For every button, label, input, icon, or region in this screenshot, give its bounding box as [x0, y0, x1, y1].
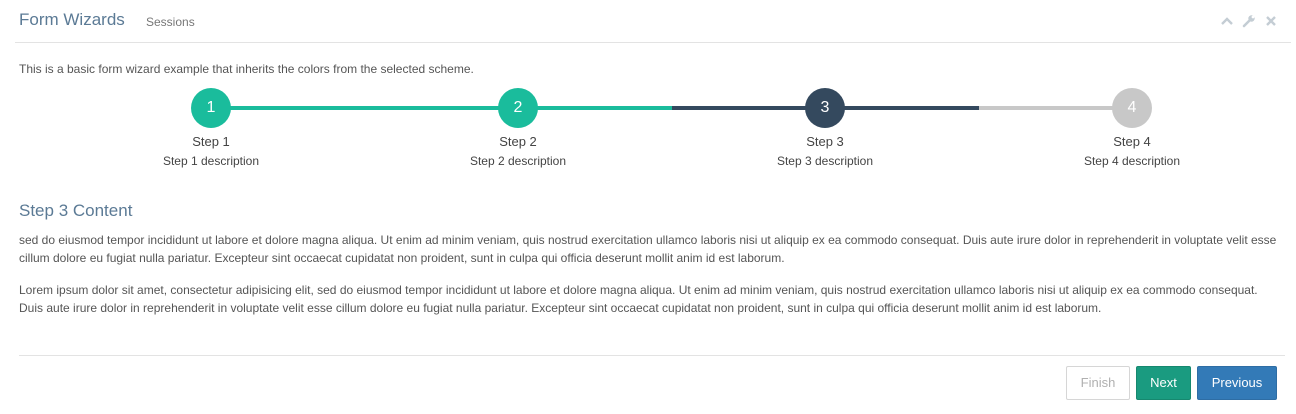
content-paragraph: sed do eiusmod tempor incididunt ut labo…: [19, 233, 1277, 265]
wizard-step-1[interactable]: 1 Step 1 Step 1 description: [131, 88, 291, 168]
intro-text: This is a basic form wizard example that…: [19, 62, 474, 76]
step-label: Step 1: [192, 134, 230, 149]
previous-button[interactable]: Previous: [1197, 366, 1277, 400]
step-number-circle[interactable]: 2: [498, 88, 538, 128]
step-label: Step 4: [1113, 134, 1151, 149]
step-label: Step 3: [806, 134, 844, 149]
content-paragraph: Lorem ipsum dolor sit amet, consectetur …: [19, 283, 1258, 315]
chevron-up-icon[interactable]: [1220, 14, 1234, 28]
finish-button[interactable]: Finish: [1066, 366, 1130, 400]
wizard-step-3[interactable]: 3 Step 3 Step 3 description: [745, 88, 905, 168]
next-button[interactable]: Next: [1136, 366, 1191, 400]
step-content-title: Step 3 Content: [19, 201, 133, 220]
step-description: Step 4 description: [1083, 154, 1181, 168]
footer-divider: [19, 355, 1285, 356]
step-description: Step 2 description: [469, 154, 567, 168]
panel-header: Form Wizards Sessions: [0, 0, 1296, 44]
panel-tools: [1220, 14, 1278, 28]
step-number-circle[interactable]: 3: [805, 88, 845, 128]
step-description: Step 1 description: [162, 154, 260, 168]
panel-subtitle: Sessions: [146, 15, 195, 29]
panel-title: Form Wizards: [19, 10, 125, 29]
step-label: Step 2: [499, 134, 537, 149]
wizard-step-2[interactable]: 2 Step 2 Step 2 description: [438, 88, 598, 168]
close-icon[interactable]: [1264, 14, 1278, 28]
wizard-step-4[interactable]: 4 Step 4 Step 4 description: [1052, 88, 1212, 168]
step-number-circle[interactable]: 1: [191, 88, 231, 128]
step-description: Step 3 description: [776, 154, 874, 168]
wrench-icon[interactable]: [1242, 14, 1256, 28]
header-divider: [15, 42, 1291, 43]
step-number-circle[interactable]: 4: [1112, 88, 1152, 128]
form-wizard: 1 Step 1 Step 1 description 2 Step 2 Ste…: [0, 88, 1296, 178]
